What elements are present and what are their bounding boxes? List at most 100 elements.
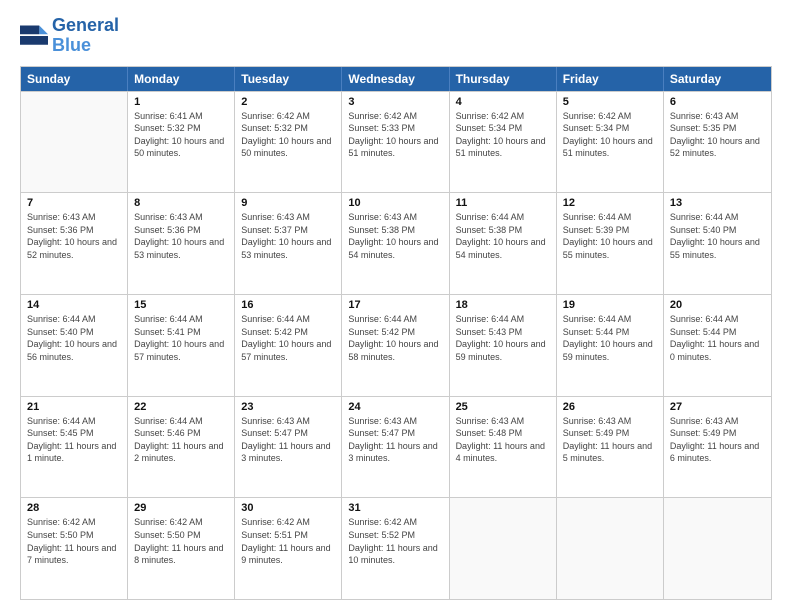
day-number: 16 [241, 299, 335, 311]
calendar-cell: 9Sunrise: 6:43 AM Sunset: 5:37 PM Daylig… [235, 193, 342, 294]
day-number: 23 [241, 401, 335, 413]
calendar: SundayMondayTuesdayWednesdayThursdayFrid… [20, 66, 772, 600]
day-number: 13 [670, 197, 765, 209]
header: GeneralBlue [20, 16, 772, 56]
day-number: 10 [348, 197, 442, 209]
day-number: 11 [456, 197, 550, 209]
day-info: Sunrise: 6:43 AM Sunset: 5:48 PM Dayligh… [456, 415, 550, 465]
calendar-cell: 4Sunrise: 6:42 AM Sunset: 5:34 PM Daylig… [450, 92, 557, 193]
day-info: Sunrise: 6:44 AM Sunset: 5:41 PM Dayligh… [134, 313, 228, 363]
logo-text: GeneralBlue [52, 16, 119, 56]
calendar-cell: 22 Sunrise: 6:44 AM Sunset: 5:46 PM Dayli… [128, 397, 235, 498]
day-info: Sunrise: 6:42 AM Sunset: 5:51 PM Dayligh… [241, 516, 335, 566]
day-info: Sunrise: 6:44 AM Sunset: 5:44 PM Dayligh… [563, 313, 657, 363]
day-info: Sunrise: 6:43 AM Sunset: 5:35 PM Dayligh… [670, 110, 765, 160]
day-info: Sunrise: 6:44 AM Sunset: 5:45 PM Dayligh… [27, 415, 121, 465]
day-number: 19 [563, 299, 657, 311]
calendar-cell: 12 Sunrise: 6:44 AM Sunset: 5:39 PM Dayli… [557, 193, 664, 294]
day-info: Sunrise: 6:44 AM Sunset: 5:42 PM Dayligh… [241, 313, 335, 363]
day-number: 26 [563, 401, 657, 413]
calendar-header-cell: Monday [128, 67, 235, 91]
calendar-cell: 30Sunrise: 6:42 AM Sunset: 5:51 PM Dayli… [235, 498, 342, 599]
calendar-cell: 15 Sunrise: 6:44 AM Sunset: 5:41 PM Dayli… [128, 295, 235, 396]
calendar-header-cell: Wednesday [342, 67, 449, 91]
logo: GeneralBlue [20, 16, 119, 56]
day-number: 17 [348, 299, 442, 311]
day-info: Sunrise: 6:44 AM Sunset: 5:38 PM Dayligh… [456, 211, 550, 261]
calendar-body: 1 Sunrise: 6:41 AM Sunset: 5:32 PM Daylig… [21, 91, 771, 599]
day-info: Sunrise: 6:42 AM Sunset: 5:32 PM Dayligh… [241, 110, 335, 160]
calendar-cell: 20Sunrise: 6:44 AM Sunset: 5:44 PM Dayli… [664, 295, 771, 396]
calendar-cell: 2Sunrise: 6:42 AM Sunset: 5:32 PM Daylig… [235, 92, 342, 193]
calendar-cell: 13 Sunrise: 6:44 AM Sunset: 5:40 PM Dayli… [664, 193, 771, 294]
calendar-cell: 18Sunrise: 6:44 AM Sunset: 5:43 PM Dayli… [450, 295, 557, 396]
calendar-cell: 23 Sunrise: 6:43 AM Sunset: 5:47 PM Dayli… [235, 397, 342, 498]
calendar-cell: 21 Sunrise: 6:44 AM Sunset: 5:45 PM Dayli… [21, 397, 128, 498]
day-info: Sunrise: 6:44 AM Sunset: 5:44 PM Dayligh… [670, 313, 765, 363]
day-number: 5 [563, 96, 657, 108]
day-number: 1 [134, 96, 228, 108]
day-number: 6 [670, 96, 765, 108]
calendar-cell: 6 Sunrise: 6:43 AM Sunset: 5:35 PM Daylig… [664, 92, 771, 193]
day-info: Sunrise: 6:41 AM Sunset: 5:32 PM Dayligh… [134, 110, 228, 160]
calendar-cell: 24 Sunrise: 6:43 AM Sunset: 5:47 PM Dayli… [342, 397, 449, 498]
calendar-cell: 26 Sunrise: 6:43 AM Sunset: 5:49 PM Dayli… [557, 397, 664, 498]
day-info: Sunrise: 6:44 AM Sunset: 5:40 PM Dayligh… [670, 211, 765, 261]
day-number: 4 [456, 96, 550, 108]
calendar-header-cell: Tuesday [235, 67, 342, 91]
day-number: 3 [348, 96, 442, 108]
calendar-cell: 29 Sunrise: 6:42 AM Sunset: 5:50 PM Dayli… [128, 498, 235, 599]
logo-icon [20, 22, 48, 50]
calendar-cell [664, 498, 771, 599]
day-number: 21 [27, 401, 121, 413]
calendar-cell: 27 Sunrise: 6:43 AM Sunset: 5:49 PM Dayli… [664, 397, 771, 498]
calendar-cell: 7 Sunrise: 6:43 AM Sunset: 5:36 PM Daylig… [21, 193, 128, 294]
calendar-cell: 16 Sunrise: 6:44 AM Sunset: 5:42 PM Dayli… [235, 295, 342, 396]
calendar-cell: 14 Sunrise: 6:44 AM Sunset: 5:40 PM Dayli… [21, 295, 128, 396]
day-info: Sunrise: 6:43 AM Sunset: 5:37 PM Dayligh… [241, 211, 335, 261]
day-number: 24 [348, 401, 442, 413]
calendar-cell: 8Sunrise: 6:43 AM Sunset: 5:36 PM Daylig… [128, 193, 235, 294]
calendar-cell: 25 Sunrise: 6:43 AM Sunset: 5:48 PM Dayli… [450, 397, 557, 498]
day-info: Sunrise: 6:43 AM Sunset: 5:47 PM Dayligh… [241, 415, 335, 465]
calendar-row: 1 Sunrise: 6:41 AM Sunset: 5:32 PM Daylig… [21, 91, 771, 193]
day-info: Sunrise: 6:42 AM Sunset: 5:50 PM Dayligh… [134, 516, 228, 566]
day-number: 15 [134, 299, 228, 311]
day-info: Sunrise: 6:42 AM Sunset: 5:50 PM Dayligh… [27, 516, 121, 566]
day-number: 18 [456, 299, 550, 311]
day-info: Sunrise: 6:44 AM Sunset: 5:46 PM Dayligh… [134, 415, 228, 465]
day-info: Sunrise: 6:44 AM Sunset: 5:39 PM Dayligh… [563, 211, 657, 261]
calendar-header-cell: Saturday [664, 67, 771, 91]
calendar-header-cell: Thursday [450, 67, 557, 91]
calendar-cell: 1 Sunrise: 6:41 AM Sunset: 5:32 PM Daylig… [128, 92, 235, 193]
day-info: Sunrise: 6:44 AM Sunset: 5:40 PM Dayligh… [27, 313, 121, 363]
day-info: Sunrise: 6:43 AM Sunset: 5:38 PM Dayligh… [348, 211, 442, 261]
calendar-row: 21 Sunrise: 6:44 AM Sunset: 5:45 PM Dayli… [21, 396, 771, 498]
calendar-row: 28Sunrise: 6:42 AM Sunset: 5:50 PM Dayli… [21, 497, 771, 599]
calendar-header: SundayMondayTuesdayWednesdayThursdayFrid… [21, 67, 771, 91]
calendar-row: 7 Sunrise: 6:43 AM Sunset: 5:36 PM Daylig… [21, 192, 771, 294]
calendar-cell: 28Sunrise: 6:42 AM Sunset: 5:50 PM Dayli… [21, 498, 128, 599]
day-info: Sunrise: 6:42 AM Sunset: 5:34 PM Dayligh… [563, 110, 657, 160]
day-info: Sunrise: 6:43 AM Sunset: 5:49 PM Dayligh… [563, 415, 657, 465]
calendar-cell [21, 92, 128, 193]
day-info: Sunrise: 6:43 AM Sunset: 5:36 PM Dayligh… [27, 211, 121, 261]
calendar-cell: 31Sunrise: 6:42 AM Sunset: 5:52 PM Dayli… [342, 498, 449, 599]
calendar-header-cell: Friday [557, 67, 664, 91]
day-number: 29 [134, 502, 228, 514]
day-number: 25 [456, 401, 550, 413]
day-number: 27 [670, 401, 765, 413]
day-info: Sunrise: 6:43 AM Sunset: 5:36 PM Dayligh… [134, 211, 228, 261]
day-info: Sunrise: 6:42 AM Sunset: 5:52 PM Dayligh… [348, 516, 442, 566]
calendar-cell: 11 Sunrise: 6:44 AM Sunset: 5:38 PM Dayli… [450, 193, 557, 294]
day-info: Sunrise: 6:43 AM Sunset: 5:49 PM Dayligh… [670, 415, 765, 465]
day-number: 7 [27, 197, 121, 209]
calendar-cell: 19 Sunrise: 6:44 AM Sunset: 5:44 PM Dayli… [557, 295, 664, 396]
day-info: Sunrise: 6:42 AM Sunset: 5:33 PM Dayligh… [348, 110, 442, 160]
day-number: 22 [134, 401, 228, 413]
day-info: Sunrise: 6:43 AM Sunset: 5:47 PM Dayligh… [348, 415, 442, 465]
calendar-cell: 5 Sunrise: 6:42 AM Sunset: 5:34 PM Daylig… [557, 92, 664, 193]
day-number: 14 [27, 299, 121, 311]
calendar-cell [557, 498, 664, 599]
day-number: 12 [563, 197, 657, 209]
